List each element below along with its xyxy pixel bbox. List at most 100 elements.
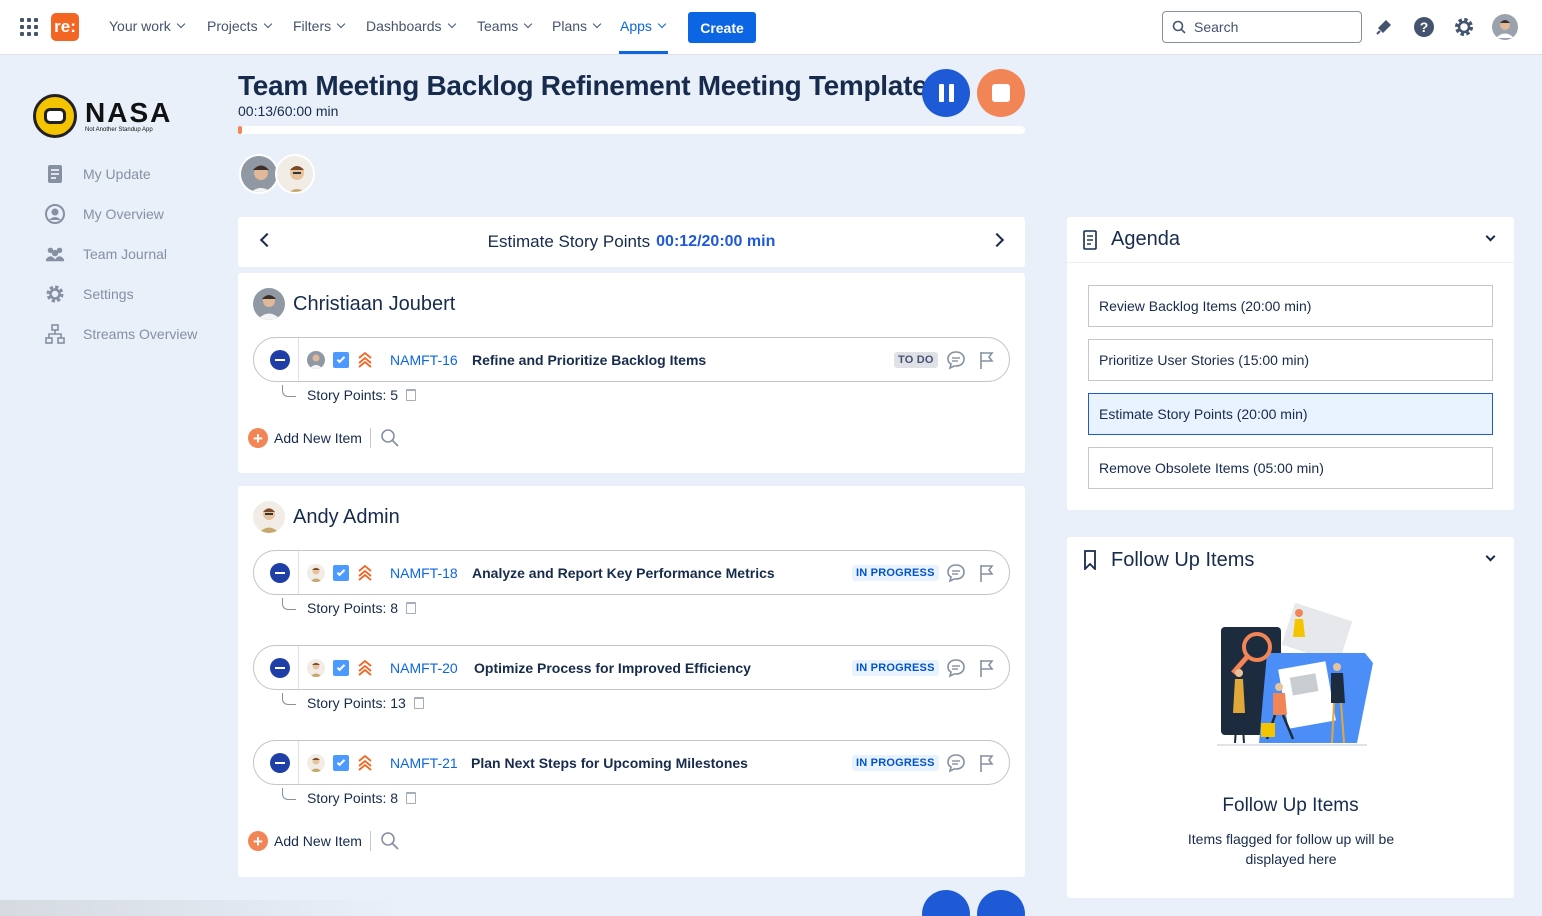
- add-new-item-button[interactable]: Add New Item: [274, 833, 362, 849]
- nav-active-indicator: [619, 51, 668, 54]
- agenda-document-icon: [1083, 229, 1097, 250]
- trash-icon[interactable]: [406, 389, 417, 401]
- profile-avatar[interactable]: [1492, 14, 1518, 40]
- stop-button[interactable]: [977, 69, 1025, 117]
- agenda-step-navigator: Estimate Story Points 00:12/20:00 min: [238, 217, 1025, 267]
- issue-row[interactable]: NAMFT-20 Optimize Process for Improved E…: [253, 645, 1010, 690]
- participant-avatar[interactable]: [275, 154, 315, 194]
- sub-item-arrow-icon: [282, 788, 296, 800]
- highest-priority-icon: [358, 564, 372, 581]
- story-points: Story Points: 13: [307, 695, 406, 711]
- meeting-progress-fill: [238, 126, 242, 134]
- flag-icon[interactable]: [978, 350, 996, 370]
- chevron-down-icon: [523, 19, 533, 29]
- search-icon: [1172, 20, 1186, 34]
- issue-row[interactable]: NAMFT-21 Plan Next Steps for Upcoming Mi…: [253, 740, 1010, 785]
- remove-item-icon[interactable]: [270, 753, 290, 773]
- logo-title: NASA: [85, 96, 173, 128]
- agenda-item[interactable]: Review Backlog Items (20:00 min): [1088, 285, 1493, 327]
- next-button[interactable]: [977, 890, 1025, 916]
- trash-icon[interactable]: [413, 697, 424, 709]
- sidebar-item-streams-overview[interactable]: Streams Overview: [45, 322, 197, 346]
- sidebar-item-settings[interactable]: Settings: [45, 282, 134, 306]
- notifications-icon[interactable]: [1371, 14, 1397, 40]
- nav-teams[interactable]: Teams: [477, 18, 533, 34]
- sub-item-arrow-icon: [282, 693, 296, 705]
- trash-icon[interactable]: [406, 792, 417, 804]
- chevron-down-icon[interactable]: [1485, 231, 1496, 242]
- assignee-avatar: [307, 351, 325, 369]
- hierarchy-icon: [45, 324, 65, 344]
- nav-plans[interactable]: Plans: [552, 18, 602, 34]
- app-switcher-icon[interactable]: [20, 18, 38, 36]
- highest-priority-icon: [358, 351, 372, 368]
- remove-item-icon[interactable]: [270, 350, 290, 370]
- document-icon: [45, 164, 65, 184]
- issue-key[interactable]: NAMFT-20: [390, 660, 458, 676]
- issue-key[interactable]: NAMFT-18: [390, 565, 458, 581]
- previous-button[interactable]: [922, 890, 970, 916]
- nav-filters[interactable]: Filters: [293, 18, 346, 34]
- agenda-header[interactable]: Agenda: [1067, 217, 1514, 263]
- create-button[interactable]: Create: [688, 12, 756, 43]
- nav-dashboards[interactable]: Dashboards: [366, 18, 456, 34]
- meeting-timer: 00:13/60:00 min: [238, 103, 339, 119]
- task-type-icon: [333, 352, 349, 368]
- follow-up-title: Follow Up Items: [1111, 548, 1255, 571]
- issue-key[interactable]: NAMFT-21: [390, 755, 458, 771]
- comment-icon[interactable]: [946, 563, 966, 583]
- remove-item-icon[interactable]: [270, 563, 290, 583]
- agenda-item-active[interactable]: Estimate Story Points (20:00 min): [1088, 393, 1493, 435]
- agenda-item[interactable]: Prioritize User Stories (15:00 min): [1088, 339, 1493, 381]
- flag-icon[interactable]: [978, 563, 996, 583]
- story-points: Story Points: 8: [307, 790, 399, 806]
- add-icon[interactable]: +: [248, 428, 268, 448]
- sidebar-item-team-journal[interactable]: Team Journal: [45, 242, 167, 266]
- trash-icon[interactable]: [406, 602, 417, 614]
- bookmark-icon: [1084, 550, 1096, 570]
- follow-up-header[interactable]: Follow Up Items: [1067, 537, 1514, 583]
- issue-key[interactable]: NAMFT-16: [390, 352, 458, 368]
- team-icon: [45, 244, 65, 264]
- step-timer: 00:12/20:00 min: [656, 233, 776, 250]
- flag-icon[interactable]: [978, 753, 996, 773]
- chevron-down-icon: [592, 19, 602, 29]
- comment-icon[interactable]: [946, 350, 966, 370]
- add-item-row: + Add New Item: [248, 428, 400, 448]
- agenda-item[interactable]: Remove Obsolete Items (05:00 min): [1088, 447, 1493, 489]
- next-step-icon[interactable]: [989, 232, 1005, 248]
- pause-button[interactable]: [922, 69, 970, 117]
- sub-item-arrow-icon: [282, 385, 296, 397]
- remove-item-icon[interactable]: [270, 658, 290, 678]
- story-points: Story Points: 8: [307, 600, 399, 616]
- stop-icon: [992, 84, 1010, 102]
- story-points-row: Story Points: 8: [282, 788, 417, 806]
- comment-icon[interactable]: [946, 658, 966, 678]
- nav-projects[interactable]: Projects: [207, 18, 272, 34]
- previous-step-icon[interactable]: [259, 232, 275, 248]
- search-icon[interactable]: [380, 831, 400, 851]
- nav-apps[interactable]: Apps: [620, 18, 667, 34]
- add-new-item-button[interactable]: Add New Item: [274, 430, 362, 446]
- issue-row[interactable]: NAMFT-18 Analyze and Report Key Performa…: [253, 550, 1010, 595]
- issue-row[interactable]: NAMFT-16 Refine and Prioritize Backlog I…: [253, 337, 1010, 382]
- chevron-down-icon[interactable]: [1485, 551, 1496, 562]
- search-icon[interactable]: [380, 428, 400, 448]
- flag-icon[interactable]: [978, 658, 996, 678]
- site-logo[interactable]: re:: [51, 13, 79, 41]
- settings-icon[interactable]: [1451, 14, 1477, 40]
- status-badge: IN PROGRESS: [852, 755, 939, 771]
- chevron-down-icon: [176, 19, 185, 29]
- sidebar-item-my-overview[interactable]: My Overview: [45, 202, 164, 226]
- sidebar-item-my-update[interactable]: My Update: [45, 162, 151, 186]
- follow-up-empty-title: Follow Up Items: [1222, 795, 1359, 816]
- search-box[interactable]: [1162, 11, 1362, 43]
- nav-your-work[interactable]: Your work: [109, 18, 185, 34]
- comment-icon[interactable]: [946, 753, 966, 773]
- astronaut-helmet-icon: [33, 94, 77, 138]
- person-avatar: [253, 288, 285, 320]
- participant-avatar[interactable]: [239, 154, 279, 194]
- search-input[interactable]: [1194, 19, 1344, 35]
- help-icon[interactable]: ?: [1411, 14, 1437, 40]
- add-icon[interactable]: +: [248, 831, 268, 851]
